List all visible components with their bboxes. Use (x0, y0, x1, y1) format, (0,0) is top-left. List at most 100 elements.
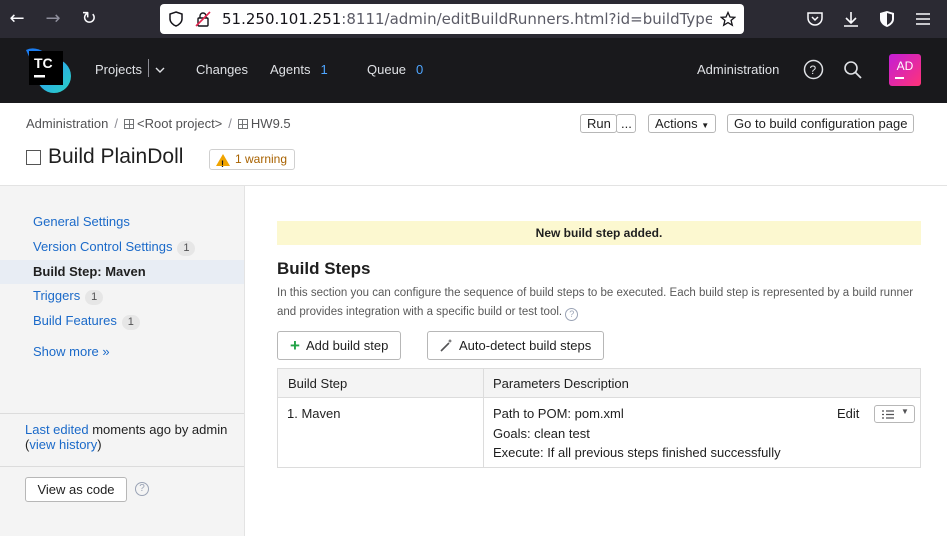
sidebar-item-label: Build Step: Maven (33, 264, 146, 279)
sidebar-item-count: 1 (121, 315, 140, 330)
view-as-code-button[interactable]: View as code (25, 477, 127, 502)
sidebar-item-label: General Settings (33, 214, 130, 229)
view-history-link[interactable]: view history (29, 437, 97, 452)
search-icon[interactable] (843, 60, 863, 80)
sidebar-divider (0, 466, 244, 467)
column-header-build-step: Build Step (288, 376, 348, 391)
sidebar-item-triggers[interactable]: Triggers 1 (0, 284, 244, 308)
download-icon[interactable] (841, 9, 861, 29)
help-icon[interactable]: ? (565, 308, 579, 321)
breadcrumb-separator: / (114, 116, 118, 131)
avatar[interactable]: AD (889, 54, 921, 86)
browser-toolbar: ← → ↻ 51.250.101.251:8111/admin/editBuil… (0, 0, 947, 38)
auto-detect-button[interactable]: Auto-detect build steps (427, 331, 605, 360)
nav-changes[interactable]: Changes (196, 62, 248, 77)
app-header: TC Projects Changes Agents 1 Queue 0 Admin… (0, 38, 947, 103)
chevron-down-icon[interactable] (155, 66, 165, 74)
hamburger-menu-icon[interactable] (913, 9, 933, 29)
shield-icon[interactable] (168, 11, 184, 27)
magic-wand-icon (440, 339, 452, 352)
address-bar[interactable]: 51.250.101.251:8111/admin/editBuildRunne… (160, 4, 744, 34)
add-build-step-button[interactable]: + Add build step (277, 331, 402, 360)
forward-arrow-icon[interactable]: → (42, 8, 64, 30)
run-button[interactable]: Run (580, 114, 617, 133)
caret-down-icon: ▼ (901, 407, 909, 416)
warning-label: 1 warning (235, 152, 288, 166)
nav-agents-label: Agents (270, 62, 311, 77)
sidebar-item-label: Triggers (33, 288, 81, 303)
goto-build-config-button[interactable]: Go to build configuration page (727, 114, 915, 133)
agents-count: 1 (320, 62, 328, 77)
page-title: Build PlainDoll (48, 145, 184, 168)
actions-dropdown[interactable]: Actions ▼ (648, 114, 717, 133)
sidebar-item-general-settings[interactable]: General Settings (0, 210, 244, 234)
breadcrumb-hw95-label: HW9.5 (250, 116, 291, 131)
table-row-params: Path to POM: pom.xml Goals: clean test E… (493, 404, 781, 463)
param-line: Goals: clean test (493, 425, 590, 441)
bookmark-star-icon[interactable] (720, 11, 736, 27)
sidebar-item-build-step-maven[interactable]: Build Step: Maven (0, 260, 244, 284)
project-grid-icon (237, 119, 248, 129)
actions-label: Actions (655, 116, 698, 131)
back-arrow-icon[interactable]: ← (6, 8, 28, 30)
nav-queue-label: Queue (367, 62, 407, 77)
svg-text:?: ? (810, 63, 817, 77)
last-edited-note: Last edited moments ago by admin (view h… (25, 422, 228, 452)
column-header-parameters: Parameters Description (493, 376, 629, 391)
nav-projects[interactable]: Projects (95, 62, 142, 77)
show-more-link[interactable]: Show more » (0, 340, 244, 364)
sidebar-item-label: Version Control Settings (33, 239, 173, 254)
pocket-icon[interactable] (805, 9, 825, 29)
insecure-lock-icon[interactable] (195, 11, 211, 27)
param-line: Execute: If all previous steps finished … (493, 445, 781, 460)
reload-icon[interactable]: ↻ (78, 8, 100, 30)
sidebar-item-label: Build Features (33, 313, 117, 328)
edit-step-link[interactable]: Edit (837, 404, 859, 424)
help-icon[interactable]: ? (135, 482, 149, 496)
sidebar-item-vcs-settings[interactable]: Version Control Settings 1 (0, 235, 244, 259)
sidebar-item-build-features[interactable]: Build Features 1 (0, 309, 244, 333)
build-config-checkbox[interactable] (26, 150, 41, 165)
teamcity-logo[interactable]: TC (24, 46, 72, 94)
section-title: Build Steps (277, 259, 371, 278)
project-grid-icon (124, 119, 134, 129)
help-icon[interactable]: ? (803, 59, 824, 80)
table-header: Build Step Parameters Description (278, 369, 920, 398)
warning-badge[interactable]: 1 warning (209, 149, 296, 174)
step-menu-button[interactable]: ▼ (874, 405, 915, 423)
breadcrumb: Administration / <Root project> / HW9.5 (26, 116, 291, 131)
svg-text:TC: TC (34, 55, 53, 71)
build-steps-table: Build Step Parameters Description 1. Mav… (277, 368, 921, 468)
url-text: 51.250.101.251:8111/admin/editBuildRunne… (222, 10, 712, 28)
breadcrumb-administration[interactable]: Administration (26, 116, 108, 131)
nav-queue[interactable]: Queue 0 (367, 62, 423, 77)
last-edited-link[interactable]: Last edited (25, 422, 89, 437)
nav-administration[interactable]: Administration (697, 62, 779, 77)
breadcrumb-root-project-label: <Root project> (137, 116, 223, 131)
warning-icon (216, 153, 230, 174)
sidebar-item-count: 1 (177, 241, 196, 256)
run-options-button[interactable]: ... (616, 114, 636, 133)
sidebar: General Settings Version Control Setting… (0, 186, 245, 536)
breadcrumb-root-project[interactable]: <Root project> (124, 116, 222, 131)
section-description-text: In this section you can configure the se… (277, 287, 914, 318)
breadcrumb-hw95[interactable]: HW9.5 (237, 116, 291, 131)
column-divider (483, 369, 484, 467)
table-row-step-name[interactable]: 1. Maven (287, 404, 340, 424)
last-edited-text: moments ago by admin (88, 422, 228, 437)
list-icon (882, 410, 894, 419)
auto-detect-label: Auto-detect build steps (459, 338, 592, 353)
section-description: In this section you can configure the se… (277, 284, 917, 322)
queue-count: 0 (416, 62, 424, 77)
extension-shield-icon[interactable] (877, 9, 897, 29)
plus-icon: + (290, 336, 300, 355)
breadcrumb-separator: / (228, 116, 232, 131)
add-build-step-label: Add build step (305, 338, 389, 353)
caret-down-icon: ▼ (701, 121, 710, 130)
success-notice: New build step added. (277, 221, 921, 245)
avatar-initials: AD (896, 59, 914, 73)
sidebar-item-count: 1 (85, 290, 104, 305)
avatar-underline (895, 77, 904, 79)
nav-agents[interactable]: Agents 1 (270, 62, 328, 77)
param-line: Path to POM: pom.xml (493, 406, 624, 421)
